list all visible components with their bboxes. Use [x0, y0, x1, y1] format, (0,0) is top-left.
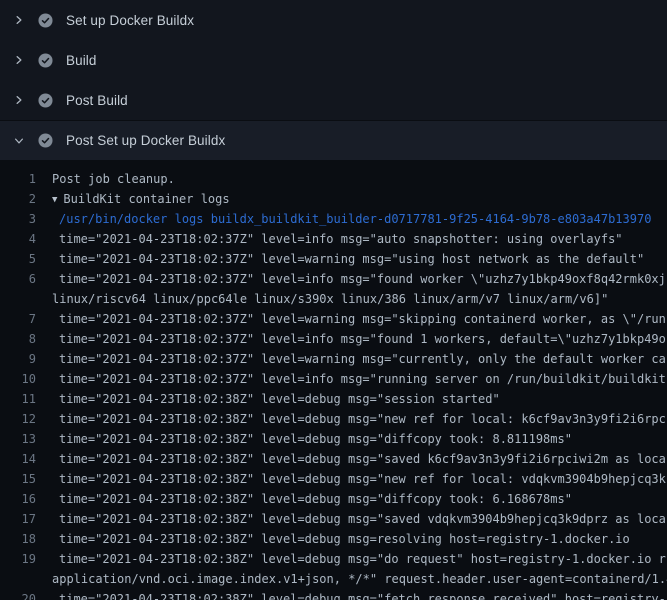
log-text: Post job cleanup.: [52, 169, 175, 189]
chevron-icon: [13, 54, 25, 66]
line-number[interactable]: 7: [0, 309, 36, 329]
line-number[interactable]: 17: [0, 509, 36, 529]
step-row[interactable]: Build: [0, 40, 667, 80]
log-line: 16 time="2021-04-23T18:02:38Z" level=deb…: [0, 489, 667, 509]
log-line: 3 /usr/bin/docker logs buildx_buildkit_b…: [0, 209, 667, 229]
step-row[interactable]: Set up Docker Buildx: [0, 0, 667, 40]
check-circle-icon: [38, 53, 53, 68]
log-line: 2 ▼BuildKit container logs: [0, 189, 667, 209]
line-number[interactable]: 12: [0, 409, 36, 429]
log-line: 14 time="2021-04-23T18:02:38Z" level=deb…: [0, 449, 667, 469]
chevron-icon: [13, 135, 25, 147]
log-line: 17 time="2021-04-23T18:02:38Z" level=deb…: [0, 509, 667, 529]
log-text: time="2021-04-23T18:02:38Z" level=debug …: [59, 449, 666, 469]
log-text: time="2021-04-23T18:02:38Z" level=debug …: [59, 409, 666, 429]
log-line: 11 time="2021-04-23T18:02:38Z" level=deb…: [0, 389, 667, 409]
line-number[interactable]: 18: [0, 529, 36, 549]
line-number[interactable]: 10: [0, 369, 36, 389]
log-text: time="2021-04-23T18:02:37Z" level=warnin…: [59, 349, 666, 369]
line-number[interactable]: 11: [0, 389, 36, 409]
chevron-icon: [13, 14, 25, 26]
line-number[interactable]: 5: [0, 249, 36, 269]
step-title: Set up Docker Buildx: [66, 13, 194, 28]
log-line: 6 time="2021-04-23T18:02:37Z" level=info…: [0, 269, 667, 289]
log-text: time="2021-04-23T18:02:38Z" level=debug …: [59, 589, 666, 600]
log-line: 7 time="2021-04-23T18:02:37Z" level=warn…: [0, 309, 667, 329]
check-circle-icon: [38, 13, 53, 28]
line-number[interactable]: 14: [0, 449, 36, 469]
log-line: 1 Post job cleanup.: [0, 169, 667, 189]
log-text: application/vnd.oci.image.index.v1+json,…: [52, 569, 667, 589]
line-number[interactable]: 15: [0, 469, 36, 489]
log-text: time="2021-04-23T18:02:37Z" level=warnin…: [59, 249, 644, 269]
log-line: 12 time="2021-04-23T18:02:38Z" level=deb…: [0, 409, 667, 429]
line-number[interactable]: 20: [0, 589, 36, 600]
log-text: time="2021-04-23T18:02:38Z" level=debug …: [59, 509, 666, 529]
step-row[interactable]: Post Build: [0, 80, 667, 120]
log-line: 13 time="2021-04-23T18:02:38Z" level=deb…: [0, 429, 667, 449]
log-text: linux/riscv64 linux/ppc64le linux/s390x …: [52, 289, 608, 309]
log-text: time="2021-04-23T18:02:37Z" level=info m…: [59, 269, 666, 289]
log-text: /usr/bin/docker logs buildx_buildkit_bui…: [59, 209, 651, 229]
line-number[interactable]: 4: [0, 229, 36, 249]
check-circle-icon: [38, 133, 53, 148]
log-line: application/vnd.oci.image.index.v1+json,…: [0, 569, 667, 589]
line-number[interactable]: 16: [0, 489, 36, 509]
step-title: Build: [66, 53, 97, 68]
log-output: 1 Post job cleanup. 2 ▼BuildKit containe…: [0, 160, 667, 600]
log-text: time="2021-04-23T18:02:38Z" level=debug …: [59, 489, 572, 509]
log-line: 4 time="2021-04-23T18:02:37Z" level=info…: [0, 229, 667, 249]
log-text: time="2021-04-23T18:02:38Z" level=debug …: [59, 529, 630, 549]
log-text: time="2021-04-23T18:02:38Z" level=debug …: [59, 469, 666, 489]
group-collapse-icon[interactable]: ▼: [52, 190, 57, 210]
log-text: time="2021-04-23T18:02:38Z" level=debug …: [59, 389, 500, 409]
step-row[interactable]: Post Set up Docker Buildx: [0, 120, 667, 160]
steps-list: Set up Docker Buildx Build P: [0, 0, 667, 160]
log-line: 20 time="2021-04-23T18:02:38Z" level=deb…: [0, 589, 667, 600]
line-number[interactable]: 1: [0, 169, 36, 189]
chevron-icon: [13, 94, 25, 106]
log-line: 19 time="2021-04-23T18:02:38Z" level=deb…: [0, 549, 667, 569]
line-number[interactable]: 6: [0, 269, 36, 289]
check-circle-icon: [38, 93, 53, 108]
line-number[interactable]: 8: [0, 329, 36, 349]
log-line: linux/riscv64 linux/ppc64le linux/s390x …: [0, 289, 667, 309]
log-line: 15 time="2021-04-23T18:02:38Z" level=deb…: [0, 469, 667, 489]
line-number[interactable]: [0, 289, 36, 309]
line-number[interactable]: 3: [0, 209, 36, 229]
log-text: time="2021-04-23T18:02:37Z" level=info m…: [59, 369, 666, 389]
log-text: time="2021-04-23T18:02:37Z" level=warnin…: [59, 309, 666, 329]
line-number[interactable]: 19: [0, 549, 36, 569]
line-number[interactable]: 2: [0, 189, 36, 209]
log-text: time="2021-04-23T18:02:37Z" level=info m…: [59, 329, 666, 349]
log-line: 18 time="2021-04-23T18:02:38Z" level=deb…: [0, 529, 667, 549]
log-text: time="2021-04-23T18:02:38Z" level=debug …: [59, 429, 572, 449]
step-title: Post Build: [66, 93, 128, 108]
log-line: 10 time="2021-04-23T18:02:37Z" level=inf…: [0, 369, 667, 389]
step-title: Post Set up Docker Buildx: [66, 133, 225, 148]
line-number[interactable]: 9: [0, 349, 36, 369]
log-text: time="2021-04-23T18:02:37Z" level=info m…: [59, 229, 623, 249]
log-line: 5 time="2021-04-23T18:02:37Z" level=warn…: [0, 249, 667, 269]
log-line: 8 time="2021-04-23T18:02:37Z" level=info…: [0, 329, 667, 349]
log-text: time="2021-04-23T18:02:38Z" level=debug …: [59, 549, 666, 569]
log-text: ▼BuildKit container logs: [52, 189, 230, 209]
actions-log-panel: Set up Docker Buildx Build P: [0, 0, 667, 600]
line-number[interactable]: 13: [0, 429, 36, 449]
line-number[interactable]: [0, 569, 36, 589]
log-line: 9 time="2021-04-23T18:02:37Z" level=warn…: [0, 349, 667, 369]
